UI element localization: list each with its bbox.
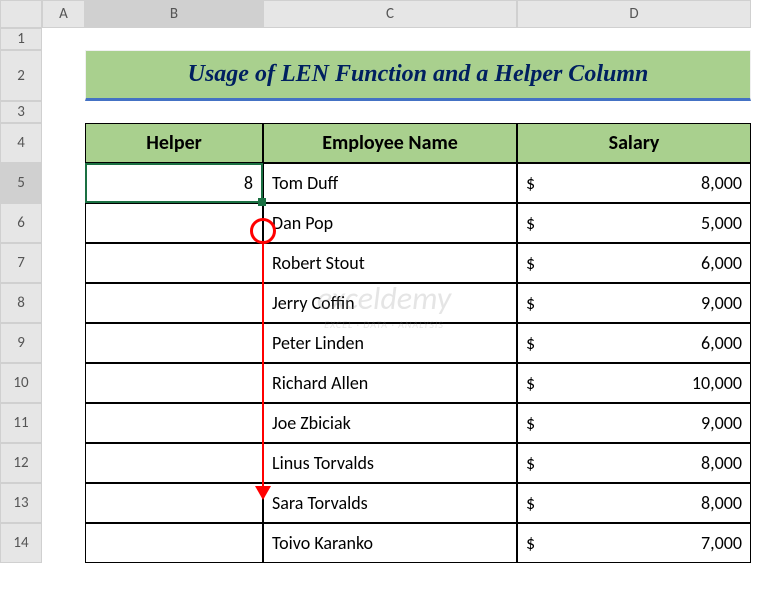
currency-symbol: $ — [526, 252, 535, 274]
cell-c8[interactable]: Jerry Coffin — [263, 283, 517, 323]
cell-d8[interactable]: $ 9,000 — [517, 283, 751, 323]
cell-b1[interactable] — [85, 28, 263, 50]
row-header-2[interactable]: 2 — [0, 50, 42, 101]
fill-handle-highlight-icon — [250, 218, 276, 244]
salary-amount: 6,000 — [701, 252, 742, 274]
cell-c5[interactable]: Tom Duff — [263, 163, 517, 203]
cell-d10[interactable]: $ 10,000 — [517, 363, 751, 403]
cell-d9[interactable]: $ 6,000 — [517, 323, 751, 363]
currency-symbol: $ — [526, 332, 535, 354]
cell-d1[interactable] — [517, 28, 751, 50]
cell-a9[interactable] — [42, 323, 85, 363]
row-header-13[interactable]: 13 — [0, 483, 42, 523]
row-header-12[interactable]: 12 — [0, 443, 42, 483]
currency-symbol: $ — [526, 412, 535, 434]
row-header-1[interactable]: 1 — [0, 28, 42, 50]
header-salary[interactable]: Salary — [517, 123, 751, 163]
autofill-arrow-head-icon — [255, 486, 271, 500]
cell-a4[interactable] — [42, 123, 85, 163]
row-header-5[interactable]: 5 — [0, 163, 42, 203]
cell-a14[interactable] — [42, 523, 85, 563]
salary-amount: 10,000 — [692, 372, 742, 394]
cell-d12[interactable]: $ 8,000 — [517, 443, 751, 483]
cell-a11[interactable] — [42, 403, 85, 443]
cell-b8[interactable] — [85, 283, 263, 323]
cell-d7[interactable]: $ 6,000 — [517, 243, 751, 283]
salary-amount: 5,000 — [701, 212, 742, 234]
cell-d11[interactable]: $ 9,000 — [517, 403, 751, 443]
cell-b13[interactable] — [85, 483, 263, 523]
row-header-3[interactable]: 3 — [0, 101, 42, 123]
row-header-11[interactable]: 11 — [0, 403, 42, 443]
cell-b12[interactable] — [85, 443, 263, 483]
cell-a1[interactable] — [42, 28, 85, 50]
currency-symbol: $ — [526, 212, 535, 234]
cell-a5[interactable] — [42, 163, 85, 203]
header-name[interactable]: Employee Name — [263, 123, 517, 163]
spreadsheet-grid: A B C D 1 2 Usage of LEN Function and a … — [0, 0, 768, 563]
cell-d3[interactable] — [517, 101, 751, 123]
cell-c10[interactable]: Richard Allen — [263, 363, 517, 403]
row-header-4[interactable]: 4 — [0, 123, 42, 163]
cell-c9[interactable]: Peter Linden — [263, 323, 517, 363]
autofill-arrow-icon — [262, 244, 264, 489]
row-header-6[interactable]: 6 — [0, 203, 42, 243]
cell-c11[interactable]: Joe Zbiciak — [263, 403, 517, 443]
cell-a6[interactable] — [42, 203, 85, 243]
cell-d14[interactable]: $ 7,000 — [517, 523, 751, 563]
cell-c1[interactable] — [263, 28, 517, 50]
cell-a12[interactable] — [42, 443, 85, 483]
cell-d6[interactable]: $ 5,000 — [517, 203, 751, 243]
salary-amount: 6,000 — [701, 332, 742, 354]
currency-symbol: $ — [526, 372, 535, 394]
col-header-c[interactable]: C — [263, 0, 517, 28]
row-header-7[interactable]: 7 — [0, 243, 42, 283]
salary-amount: 8,000 — [701, 452, 742, 474]
salary-amount: 7,000 — [701, 532, 742, 554]
cell-a7[interactable] — [42, 243, 85, 283]
cell-b3[interactable] — [85, 101, 263, 123]
cell-b7[interactable] — [85, 243, 263, 283]
cell-b14[interactable] — [85, 523, 263, 563]
currency-symbol: $ — [526, 292, 535, 314]
salary-amount: 8,000 — [701, 492, 742, 514]
salary-amount: 8,000 — [701, 172, 742, 194]
cell-a13[interactable] — [42, 483, 85, 523]
row-header-9[interactable]: 9 — [0, 323, 42, 363]
currency-symbol: $ — [526, 492, 535, 514]
cell-c6[interactable]: Dan Pop — [263, 203, 517, 243]
corner-cell[interactable] — [0, 0, 42, 28]
currency-symbol: $ — [526, 452, 535, 474]
col-header-a[interactable]: A — [42, 0, 85, 28]
row-header-10[interactable]: 10 — [0, 363, 42, 403]
salary-amount: 9,000 — [701, 412, 742, 434]
cell-a10[interactable] — [42, 363, 85, 403]
cell-d5[interactable]: $ 8,000 — [517, 163, 751, 203]
col-header-d[interactable]: D — [517, 0, 751, 28]
cell-a8[interactable] — [42, 283, 85, 323]
cell-c13[interactable]: Sara Torvalds — [263, 483, 517, 523]
cell-b5-selected[interactable]: 8 — [85, 163, 263, 203]
col-header-b[interactable]: B — [85, 0, 263, 28]
row-header-14[interactable]: 14 — [0, 523, 42, 563]
cell-b6[interactable] — [85, 203, 263, 243]
cell-c12[interactable]: Linus Torvalds — [263, 443, 517, 483]
cell-b10[interactable] — [85, 363, 263, 403]
cell-b11[interactable] — [85, 403, 263, 443]
cell-d13[interactable]: $ 8,000 — [517, 483, 751, 523]
cell-c14[interactable]: Toivo Karanko — [263, 523, 517, 563]
cell-a3[interactable] — [42, 101, 85, 123]
currency-symbol: $ — [526, 532, 535, 554]
header-helper[interactable]: Helper — [85, 123, 263, 163]
cell-c3[interactable] — [263, 101, 517, 123]
fill-handle[interactable] — [258, 198, 266, 206]
cell-c7[interactable]: Robert Stout — [263, 243, 517, 283]
salary-amount: 9,000 — [701, 292, 742, 314]
currency-symbol: $ — [526, 172, 535, 194]
row-header-8[interactable]: 8 — [0, 283, 42, 323]
helper-value: 8 — [244, 172, 253, 194]
cell-a2[interactable] — [42, 50, 85, 101]
cell-b9[interactable] — [85, 323, 263, 363]
title-cell[interactable]: Usage of LEN Function and a Helper Colum… — [85, 50, 751, 101]
